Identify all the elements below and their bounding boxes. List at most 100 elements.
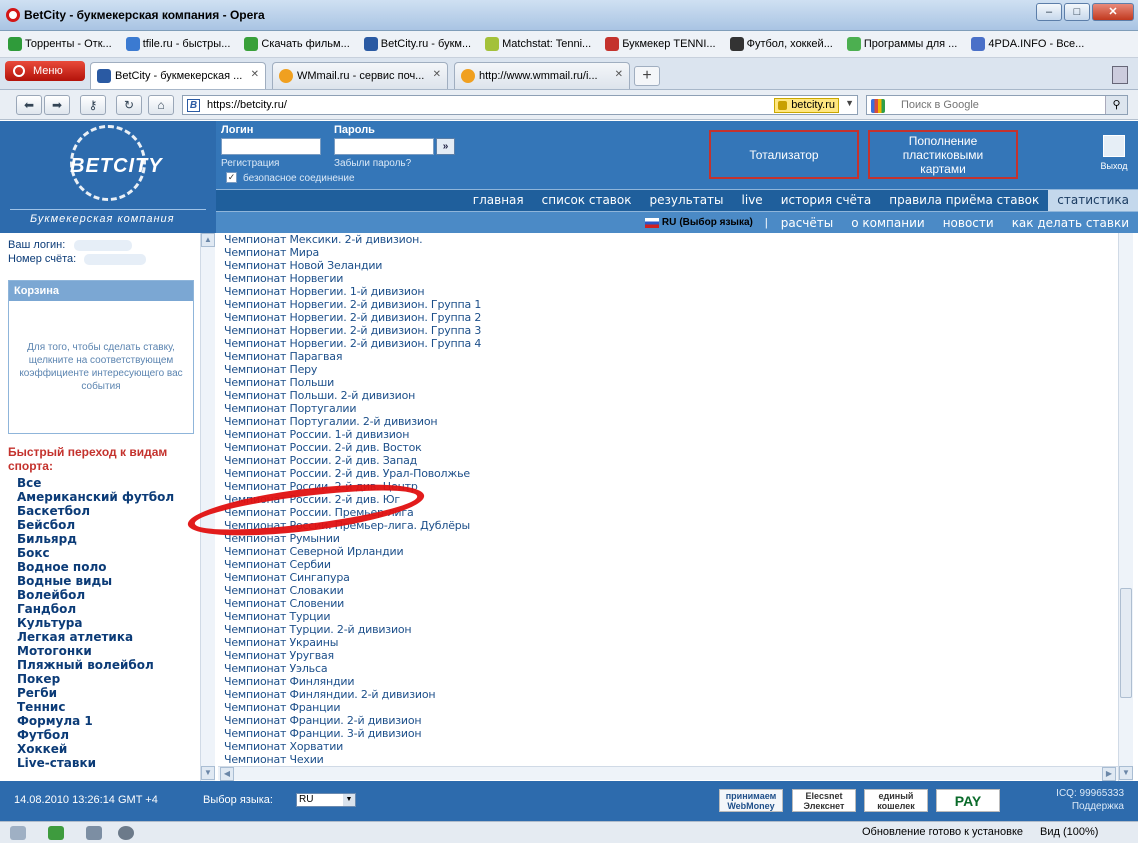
championship-link[interactable]: Чемпионат России. 2-й див. Восток	[222, 441, 1118, 454]
address-field[interactable]: B https://betcity.ru/ betcity.ru ▼	[182, 95, 858, 115]
championship-link[interactable]: Чемпионат Чехии	[222, 753, 1118, 763]
sport-link[interactable]: Гандбол	[17, 602, 174, 616]
language-select[interactable]: RU ▼	[296, 793, 356, 807]
championship-link[interactable]: Чемпионат Турции	[222, 610, 1118, 623]
bookmark-item[interactable]: Торренты - Отк...	[8, 37, 112, 51]
championship-link[interactable]: Чемпионат Польши	[222, 376, 1118, 389]
sub-nav-item[interactable]: о компании	[842, 216, 933, 230]
tab-close-icon[interactable]: ✕	[433, 69, 441, 80]
championship-link[interactable]: Чемпионат Парагвая	[222, 350, 1118, 363]
championship-link[interactable]: Чемпионат России. Премьер-лига. Дублёры	[222, 519, 1118, 532]
scroll-down-icon[interactable]: ▼	[201, 766, 215, 780]
sub-nav-item[interactable]: новости	[934, 216, 1003, 230]
sport-link[interactable]: Все	[17, 476, 174, 490]
championship-link[interactable]: Чемпионат Мира	[222, 246, 1118, 259]
championship-link[interactable]: Чемпионат Сингапура	[222, 571, 1118, 584]
scroll-thumb[interactable]	[1120, 588, 1132, 698]
championship-link[interactable]: Чемпионат России. 2-й див. Юг	[222, 493, 1118, 506]
scroll-left-icon[interactable]: ◀	[220, 767, 234, 781]
championship-link[interactable]: Чемпионат России. 2-й див. Урал-Поволжье	[222, 467, 1118, 480]
championship-link[interactable]: Чемпионат Норвегии. 2-й дивизион. Группа…	[222, 324, 1118, 337]
nav-item[interactable]: live	[733, 190, 772, 211]
championship-link[interactable]: Чемпионат России. 2-й див. Центр	[222, 480, 1118, 493]
championship-link[interactable]: Чемпионат Финляндии	[222, 675, 1118, 688]
login-field[interactable]	[221, 138, 321, 155]
forward-button[interactable]: ➡	[44, 95, 70, 115]
championship-link[interactable]: Чемпионат Северной Ирландии	[222, 545, 1118, 558]
unite-icon[interactable]	[48, 826, 64, 840]
bookmark-item[interactable]: Букмекер TENNI...	[605, 37, 716, 51]
secure-connection-checkbox[interactable]: ✓	[226, 172, 237, 183]
nav-item[interactable]: правила приёма ставок	[880, 190, 1048, 211]
trash-icon[interactable]	[1112, 66, 1128, 84]
bookmark-item[interactable]: tfile.ru - быстры...	[125, 37, 230, 51]
key-icon[interactable]: ⚷	[80, 95, 106, 115]
maximize-button[interactable]: □	[1064, 3, 1090, 21]
championship-link[interactable]: Чемпионат Хорватии	[222, 740, 1118, 753]
scroll-up-icon[interactable]: ▲	[201, 233, 215, 247]
reload-button[interactable]: ↻	[116, 95, 142, 115]
tab-wmmail-2[interactable]: http://www.wmmail.ru/i... ✕	[454, 62, 630, 89]
wallet-badge[interactable]: единый кошелек	[864, 789, 928, 812]
nav-item[interactable]: статистика	[1048, 190, 1138, 211]
championship-link[interactable]: Чемпионат Словении	[222, 597, 1118, 610]
sport-link[interactable]: Хоккей	[17, 742, 174, 756]
panel-toggle-icon[interactable]	[10, 826, 26, 840]
championship-link[interactable]: Чемпионат Норвегии. 2-й дивизион. Группа…	[222, 337, 1118, 350]
forgot-password-link[interactable]: Забыли пароль?	[334, 158, 411, 169]
bookmark-item[interactable]: BetCity.ru - букм...	[363, 37, 471, 51]
nav-item[interactable]: список ставок	[533, 190, 641, 211]
sport-link[interactable]: Покер	[17, 672, 174, 686]
championship-link[interactable]: Чемпионат России. 1-й дивизион	[222, 428, 1118, 441]
sub-nav-item[interactable]: расчёты	[772, 216, 843, 230]
elecsnet-badge[interactable]: Elecsnet Элекснет	[792, 789, 856, 812]
sport-link[interactable]: Футбол	[17, 728, 174, 742]
scroll-down-icon[interactable]: ▼	[1119, 766, 1133, 780]
scroll-right-icon[interactable]: ▶	[1102, 767, 1116, 781]
settings-icon[interactable]	[118, 826, 134, 840]
sport-link[interactable]: Водные виды	[17, 574, 174, 588]
zoom-status[interactable]: Вид (100%)	[1040, 826, 1098, 838]
championship-link[interactable]: Чемпионат Украины	[222, 636, 1118, 649]
secure-badge[interactable]: betcity.ru	[774, 98, 839, 113]
championship-link[interactable]: Чемпионат Польши. 2-й дивизион	[222, 389, 1118, 402]
championship-link[interactable]: Чемпионат Финляндии. 2-й дивизион	[222, 688, 1118, 701]
back-button[interactable]: ⬅	[16, 95, 42, 115]
password-field[interactable]	[334, 138, 434, 155]
championship-link[interactable]: Чемпионат Словакии	[222, 584, 1118, 597]
bookmark-item[interactable]: Футбол, хоккей...	[729, 37, 833, 51]
bookmark-item[interactable]: 4PDA.INFO - Все...	[971, 37, 1084, 51]
sport-link[interactable]: Водное поло	[17, 560, 174, 574]
totalizator-button[interactable]: Тотализатор	[709, 130, 859, 179]
tab-close-icon[interactable]: ✕	[615, 69, 623, 80]
nav-item[interactable]: главная	[464, 190, 533, 211]
close-button[interactable]: ✕	[1092, 3, 1134, 21]
championship-link[interactable]: Чемпионат Мексики. 2-й дивизион.	[222, 233, 1118, 246]
sport-link[interactable]: Теннис	[17, 700, 174, 714]
register-link[interactable]: Регистрация	[221, 158, 279, 169]
championship-link[interactable]: Чемпионат Уэльса	[222, 662, 1118, 675]
sport-link[interactable]: Бейсбол	[17, 518, 174, 532]
sidebar-scrollbar[interactable]: ▲ ▼	[200, 233, 215, 781]
webmoney-badge[interactable]: принимаем WebMoney	[719, 789, 783, 812]
sport-link[interactable]: Баскетбол	[17, 504, 174, 518]
tab-wmmail[interactable]: WMmail.ru - сервис поч... ✕	[272, 62, 448, 89]
sport-link[interactable]: Культура	[17, 616, 174, 630]
sport-link[interactable]: Волейбол	[17, 588, 174, 602]
tab-betcity[interactable]: BetCity - букмекерская ... ✕	[90, 62, 266, 89]
content-scrollbar[interactable]: ▼	[1118, 233, 1133, 781]
home-button[interactable]: ⌂	[148, 95, 174, 115]
sport-link[interactable]: Регби	[17, 686, 174, 700]
championship-link[interactable]: Чемпионат Турции. 2-й дивизион	[222, 623, 1118, 636]
sport-link[interactable]: Пляжный волейбол	[17, 658, 174, 672]
topup-cards-button[interactable]: Пополнение пластиковыми картами	[868, 130, 1018, 179]
search-input[interactable]	[901, 98, 1101, 112]
minimize-button[interactable]: –	[1036, 3, 1062, 21]
sport-link[interactable]: Легкая атлетика	[17, 630, 174, 644]
sport-link[interactable]: Американский футбол	[17, 490, 174, 504]
opera-menu-button[interactable]: Меню	[5, 61, 85, 81]
championship-link[interactable]: Чемпионат России. 2-й див. Запад	[222, 454, 1118, 467]
championship-link[interactable]: Чемпионат Сербии	[222, 558, 1118, 571]
championship-link[interactable]: Чемпионат Новой Зеландии	[222, 259, 1118, 272]
tab-close-icon[interactable]: ✕	[251, 69, 259, 80]
